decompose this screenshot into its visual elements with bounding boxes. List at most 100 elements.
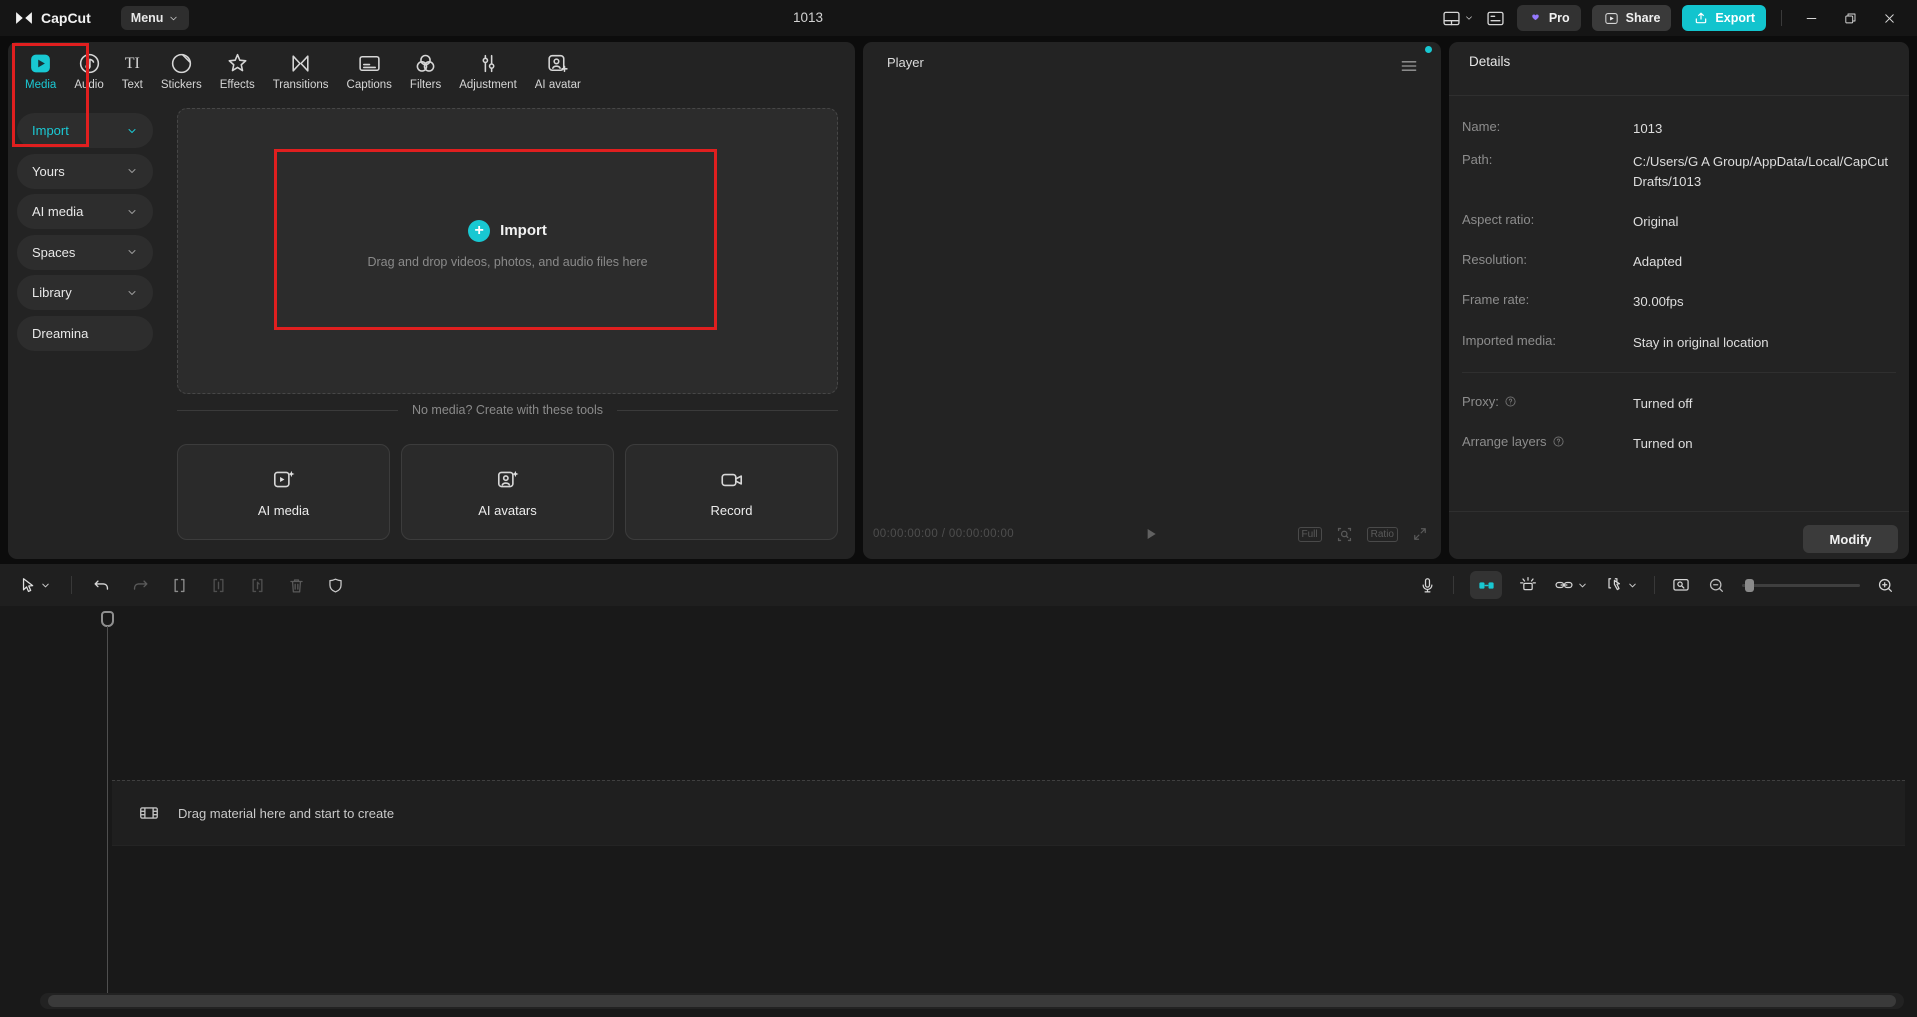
sidebar-item-yours[interactable]: Yours <box>17 154 153 189</box>
menu-label: Menu <box>131 11 164 25</box>
select-tool-button[interactable] <box>18 576 51 595</box>
delete-left-icon[interactable] <box>209 576 228 595</box>
tab-filters-label: Filters <box>410 79 441 91</box>
redo-icon[interactable] <box>131 576 150 595</box>
playhead-handle[interactable] <box>101 611 114 627</box>
chevron-down-icon <box>40 580 51 591</box>
annotation-box-import-dropzone <box>274 149 717 330</box>
play-button[interactable] <box>1143 526 1159 542</box>
topbar-divider <box>1781 10 1782 26</box>
sidebar-item-library[interactable]: Library <box>17 275 153 310</box>
resolution-label: Resolution: <box>1462 252 1633 267</box>
ratio-badge[interactable]: Ratio <box>1367 527 1398 542</box>
track-view-icon[interactable] <box>1671 575 1691 595</box>
zoom-in-icon[interactable] <box>1876 576 1895 595</box>
delete-right-icon[interactable] <box>248 576 267 595</box>
tab-ai-avatar[interactable]: AI avatar <box>526 51 590 91</box>
modify-button[interactable]: Modify <box>1803 525 1898 553</box>
share-button[interactable]: Share <box>1592 5 1672 31</box>
timeline-zoom-slider[interactable] <box>1742 578 1860 592</box>
sidebar-item-ai-media[interactable]: AI media <box>17 194 153 229</box>
name-value: 1013 <box>1633 119 1893 139</box>
chevron-down-icon <box>1627 580 1638 591</box>
chevron-down-icon <box>126 246 138 258</box>
help-icon[interactable] <box>1504 395 1517 408</box>
tab-text[interactable]: TI Text <box>113 51 152 91</box>
aspect-ratio-value[interactable]: Original <box>1633 212 1893 232</box>
microphone-icon[interactable] <box>1418 576 1437 595</box>
empty-track-drop-area[interactable]: Drag material here and start to create <box>112 780 1905 846</box>
freeze-shield-icon[interactable] <box>326 576 345 595</box>
restore-icon <box>1843 11 1858 26</box>
pro-button[interactable]: Pro <box>1517 5 1581 31</box>
player-timecode: 00:00:00:00 / 00:00:00:00 <box>873 528 1014 540</box>
tab-adjustment[interactable]: Adjustment <box>450 51 526 91</box>
zoom-out-icon[interactable] <box>1707 576 1726 595</box>
record-card[interactable]: Record <box>625 444 838 540</box>
timeline-toolbar <box>0 564 1917 606</box>
ai-media-card-label: AI media <box>258 503 309 518</box>
chevron-down-icon <box>168 13 179 24</box>
player-view-controls: Full Ratio <box>1298 525 1429 544</box>
link-tool-button[interactable] <box>1554 575 1588 595</box>
topbar-right: Pro Share Export <box>1441 4 1903 32</box>
chevron-down-icon <box>126 206 138 218</box>
player-menu-button[interactable] <box>1399 58 1419 74</box>
delete-icon[interactable] <box>287 576 306 595</box>
snap-toggle-button[interactable] <box>1470 571 1502 599</box>
minimize-button[interactable] <box>1797 4 1825 32</box>
undo-icon[interactable] <box>92 576 111 595</box>
chevron-down-icon <box>1577 580 1588 591</box>
proxy-value[interactable]: Turned off <box>1633 394 1893 414</box>
split-icon[interactable] <box>170 576 189 595</box>
full-badge[interactable]: Full <box>1298 527 1322 542</box>
arrange-layers-value[interactable]: Turned on <box>1633 434 1893 454</box>
help-icon[interactable] <box>1552 435 1565 448</box>
details-panel: Details Name: 1013 Path: C:/Users/G A Gr… <box>1449 42 1909 559</box>
menu-button[interactable]: Menu <box>121 6 190 30</box>
tab-text-label: Text <box>122 79 143 91</box>
ai-media-card[interactable]: AI media <box>177 444 390 540</box>
captions-icon <box>357 51 382 76</box>
slider-track[interactable] <box>1742 584 1860 587</box>
layout-switch-button[interactable] <box>1441 8 1474 29</box>
tab-filters[interactable]: Filters <box>401 51 450 91</box>
chevron-down-icon <box>1464 13 1474 23</box>
details-header-divider <box>1449 95 1909 96</box>
frame-rate-value[interactable]: 30.00fps <box>1633 292 1893 312</box>
sidebar-item-spaces[interactable]: Spaces <box>17 235 153 270</box>
timeline-hint-text: Drag material here and start to create <box>178 806 394 821</box>
tab-stickers-label: Stickers <box>161 79 202 91</box>
player-controls: 00:00:00:00 / 00:00:00:00 Full Ratio <box>873 519 1429 549</box>
minimize-icon <box>1804 11 1819 26</box>
record-card-label: Record <box>711 503 753 518</box>
resolution-value[interactable]: Adapted <box>1633 252 1893 272</box>
restore-button[interactable] <box>1836 4 1864 32</box>
preview-axis-icon[interactable] <box>1518 575 1538 595</box>
tab-transitions[interactable]: Transitions <box>264 51 338 91</box>
ai-avatars-card[interactable]: AI avatars <box>401 444 614 540</box>
details-row-resolution: Resolution: Adapted <box>1462 252 1893 272</box>
fullscreen-icon[interactable] <box>1411 525 1429 543</box>
stickers-icon <box>169 51 194 76</box>
tab-effects[interactable]: Effects <box>211 51 264 91</box>
timeline-area[interactable]: Drag material here and start to create <box>0 606 1917 1017</box>
imported-media-value[interactable]: Stay in original location <box>1633 333 1893 353</box>
fit-zoom-icon[interactable] <box>1335 525 1354 544</box>
toolbar-divider <box>1453 576 1454 594</box>
proxy-label: Proxy: <box>1462 394 1633 409</box>
select-split-mode-button[interactable] <box>1604 575 1638 595</box>
export-button[interactable]: Export <box>1682 5 1766 31</box>
export-icon <box>1693 10 1709 26</box>
tab-captions[interactable]: Captions <box>338 51 401 91</box>
horizontal-scrollbar-thumb[interactable] <box>48 995 1896 1007</box>
arrange-layers-label: Arrange layers <box>1462 434 1633 449</box>
details-row-aspect-ratio: Aspect ratio: Original <box>1462 212 1893 232</box>
sidebar-item-dreamina[interactable]: Dreamina <box>17 316 153 351</box>
slider-handle[interactable] <box>1745 579 1754 592</box>
tab-effects-label: Effects <box>220 79 255 91</box>
layout-adjust-button[interactable] <box>1485 8 1506 29</box>
tab-stickers[interactable]: Stickers <box>152 51 211 91</box>
sidebar-yours-label: Yours <box>32 164 65 179</box>
close-button[interactable] <box>1875 4 1903 32</box>
